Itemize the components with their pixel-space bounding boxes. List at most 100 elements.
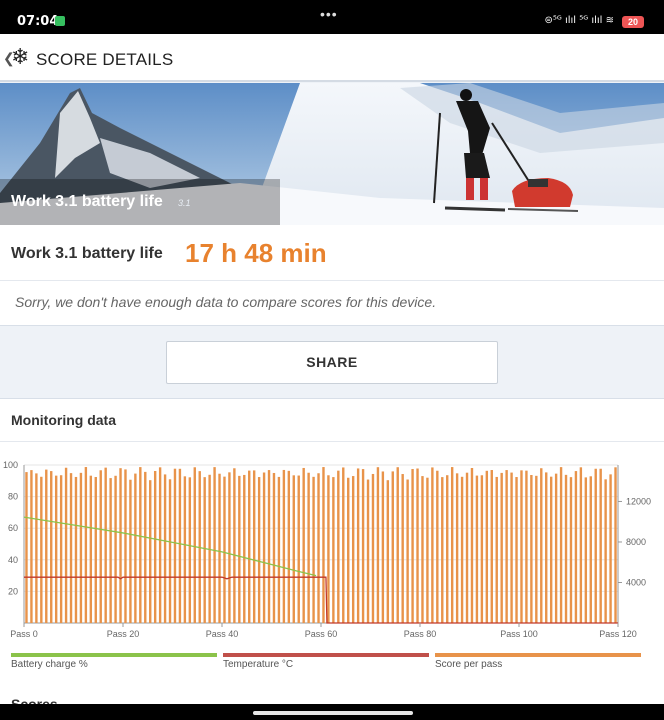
score-bar (213, 467, 216, 623)
score-bar (411, 469, 414, 623)
score-bar (64, 467, 68, 623)
score-bar (327, 475, 330, 623)
score-bar (203, 477, 206, 623)
temperature-line (24, 576, 618, 624)
share-button[interactable]: SHARE (166, 341, 498, 384)
score-bar (79, 472, 83, 623)
battery-icon: 20 (622, 16, 644, 28)
divider (0, 441, 664, 442)
score-bar (554, 473, 558, 623)
score-bar (183, 476, 187, 623)
monitoring-chart: 100 80 60 40 20 12000 8000 4000 Pass 0 Pass 20 Pas… (0, 451, 664, 651)
score-bar (455, 473, 459, 623)
result-card: Work 3.1 battery life 17 h 48 min Sorry,… (0, 225, 664, 326)
x-tick-label: Pass 80 (404, 629, 437, 639)
score-bar (386, 480, 390, 623)
y-tick-label-left: 80 (8, 492, 18, 502)
hero-banner: Work 3.1 battery life 3.1 (0, 83, 664, 225)
score-bar (416, 468, 419, 623)
score-bar (252, 470, 256, 623)
score-bar (292, 475, 295, 623)
legend-score: Score per pass (435, 653, 641, 673)
page-title: SCORE DETAILS (36, 50, 174, 69)
score-bar (233, 468, 236, 623)
score-bar (129, 479, 132, 623)
status-bar: 07:04 ••• ⊜⁵ᴳ ılıl ⁵ᴳ ılıl ≋ 20 (0, 0, 664, 34)
divider (0, 280, 664, 281)
snowflake-icon[interactable]: ❄ (11, 45, 29, 70)
score-bar (441, 477, 444, 623)
score-bar (124, 469, 127, 623)
score-bar (144, 471, 147, 623)
window-menu-dots[interactable]: ••• (320, 6, 338, 22)
score-bar (267, 470, 271, 623)
score-bar (381, 471, 385, 623)
score-bar (228, 472, 231, 623)
score-bar (158, 467, 162, 623)
score-bar (272, 472, 276, 623)
score-bar (446, 475, 449, 623)
score-bar (366, 479, 370, 623)
x-tick-label: Pass 40 (206, 629, 239, 639)
score-bar (312, 476, 315, 623)
score-bar (337, 470, 340, 623)
score-bar (535, 475, 538, 623)
score-bar (99, 470, 102, 623)
comparison-note: Sorry, we don't have enough data to comp… (15, 294, 437, 310)
score-bar (218, 473, 221, 623)
score-bar (450, 467, 454, 623)
score-bar (599, 468, 602, 623)
score-bar (475, 475, 479, 623)
score-bar (25, 472, 28, 623)
score-bar (297, 475, 300, 623)
score-bar (465, 472, 469, 623)
monitoring-card: Monitoring data 100 80 60 40 20 12000 8000 4000… (0, 398, 664, 720)
score-bar (59, 475, 63, 623)
hero-version: 3.1 (178, 198, 191, 208)
score-bar (505, 470, 508, 623)
score-bar (347, 477, 350, 623)
score-bar (104, 467, 107, 623)
y-tick-label-right: 8000 (626, 537, 646, 547)
score-bar (153, 470, 157, 623)
score-bar (248, 470, 251, 623)
x-tick-label: Pass 60 (305, 629, 338, 639)
score-bar (287, 470, 291, 623)
score-bar (307, 472, 310, 623)
score-bar (188, 477, 192, 623)
score-bar (119, 468, 122, 623)
score-bar (564, 474, 568, 623)
score-bar (485, 470, 489, 623)
score-bar (406, 479, 409, 623)
signal-wifi-icons: ⊜⁵ᴳ ılıl ⁵ᴳ ılıl ≋ (544, 15, 614, 26)
home-gesture-handle[interactable] (253, 711, 413, 715)
score-bar (163, 474, 167, 623)
score-bar (436, 470, 439, 623)
score-bar (500, 472, 503, 623)
score-bar (490, 470, 493, 623)
score-bar (470, 468, 474, 623)
score-bar (178, 468, 182, 623)
legend-temperature: Temperature °C (223, 653, 429, 673)
score-bar (609, 474, 612, 623)
score-bar (277, 476, 281, 623)
score-bar (40, 476, 43, 623)
score-bar (604, 479, 607, 623)
score-bar (332, 477, 335, 623)
legend-battery: Battery charge % (11, 653, 217, 673)
score-bar (589, 476, 592, 623)
score-bar (371, 473, 375, 623)
score-bar (525, 470, 528, 623)
score-bar (569, 477, 573, 623)
monitoring-title: Monitoring data (11, 412, 116, 428)
app-header: ❮ ❄ SCORE DETAILS (0, 34, 664, 82)
score-bar (30, 470, 33, 623)
score-bar (361, 469, 365, 623)
score-bar (114, 475, 117, 623)
score-bar (89, 475, 93, 623)
score-bar (530, 475, 533, 623)
score-bar (579, 467, 583, 623)
hero-title: Work 3.1 battery life (11, 193, 163, 210)
score-bar (574, 471, 578, 623)
y-tick-label-left: 60 (8, 523, 18, 533)
